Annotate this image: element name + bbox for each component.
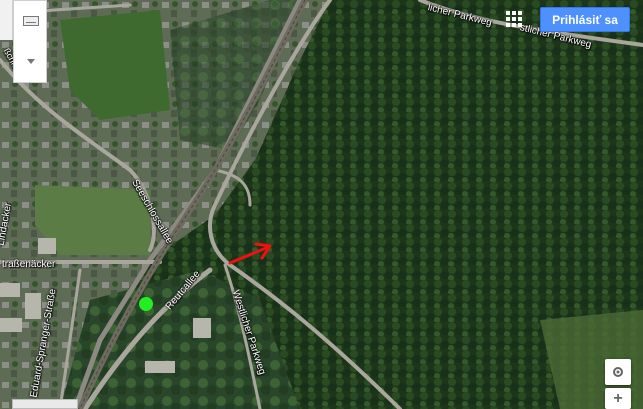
chevron-down-icon bbox=[27, 59, 35, 64]
green-location-marker[interactable] bbox=[139, 297, 153, 311]
zoom-in-icon: + bbox=[613, 389, 623, 407]
keyboard-icon bbox=[23, 16, 39, 26]
satellite-map[interactable] bbox=[0, 0, 643, 409]
red-arrow-annotation bbox=[228, 242, 272, 265]
street-label-strassenacker: traßenäcker bbox=[2, 259, 56, 270]
my-location-button[interactable] bbox=[605, 359, 631, 385]
zoom-in-button[interactable]: + bbox=[605, 388, 631, 409]
side-panel-edge bbox=[0, 0, 13, 40]
my-location-icon bbox=[613, 367, 623, 377]
map-type-thumbnail[interactable] bbox=[12, 399, 78, 409]
signin-button[interactable]: Prihlásiť sa bbox=[540, 7, 630, 32]
apps-grid-icon[interactable] bbox=[506, 11, 522, 27]
input-tools-toggle[interactable] bbox=[13, 0, 47, 83]
